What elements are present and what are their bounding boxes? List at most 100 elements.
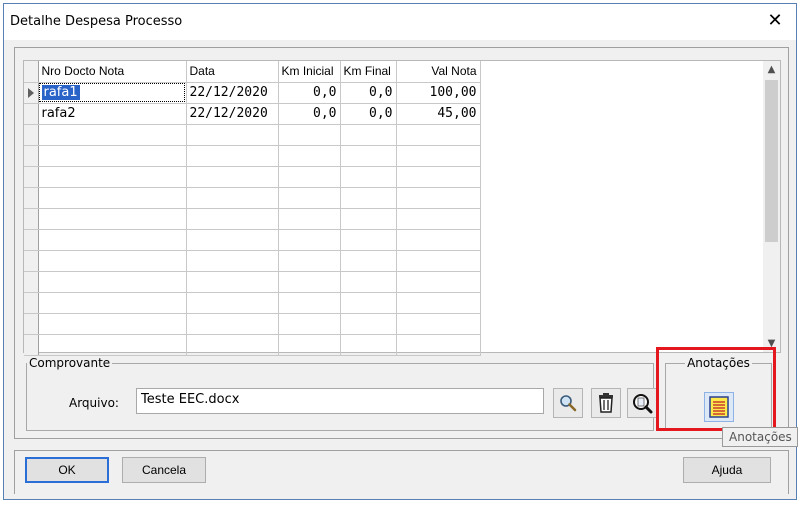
delete-file-button[interactable] [591,388,621,418]
cell-valor[interactable] [396,145,481,167]
row-indicator[interactable] [24,187,39,209]
browse-file-button[interactable] [553,388,583,418]
cell-km-final[interactable] [340,292,397,314]
table-row[interactable] [24,124,481,146]
help-button[interactable]: Ajuda [683,457,771,483]
row-indicator[interactable] [24,166,39,188]
cell-doc[interactable] [38,145,187,167]
cell-doc[interactable] [38,313,187,335]
row-indicator[interactable] [24,334,39,356]
col-header-data[interactable]: Data [186,61,279,83]
cell-doc[interactable] [38,124,187,146]
close-button[interactable]: ✕ [764,10,786,32]
cell-km-final[interactable] [340,145,397,167]
table-row[interactable] [24,166,481,188]
cell-data[interactable] [186,145,279,167]
grid-vertical-scrollbar[interactable]: ▲ ▼ [763,61,780,352]
cell-km-final[interactable] [340,124,397,146]
cell-valor[interactable] [396,187,481,209]
cell-km-inicial[interactable] [278,229,341,251]
cell-doc[interactable] [38,250,187,272]
cell-km-inicial[interactable] [278,124,341,146]
cell-km-inicial[interactable] [278,292,341,314]
cell-km-final[interactable] [340,229,397,251]
row-indicator[interactable] [24,229,39,251]
row-indicator[interactable] [24,250,39,272]
cell-km-final[interactable]: 0,0 [340,103,397,125]
cell-km-inicial[interactable] [278,187,341,209]
scroll-up-button[interactable]: ▲ [763,61,780,78]
row-indicator[interactable] [24,292,39,314]
scroll-thumb[interactable] [765,80,778,242]
cell-doc[interactable] [38,208,187,230]
table-row[interactable] [24,187,481,209]
table-row[interactable]: rafa2 22/12/2020 0,0 0,0 45,00 [24,103,481,125]
col-header-km-final[interactable]: Km Final [340,61,397,83]
table-row[interactable] [24,313,481,335]
cell-valor[interactable] [396,229,481,251]
row-indicator[interactable] [24,208,39,230]
cell-valor[interactable] [396,313,481,335]
cell-km-final[interactable]: 0,0 [340,82,397,104]
cell-doc[interactable] [38,229,187,251]
col-header-doc[interactable]: Nro Docto Nota [38,61,187,83]
table-row[interactable] [24,250,481,272]
table-row[interactable]: rafa1 22/12/2020 0,0 0,0 100,00 [24,82,481,104]
cell-data[interactable]: 22/12/2020 [186,82,279,104]
cell-data[interactable]: 22/12/2020 [186,103,279,125]
cell-data[interactable] [186,166,279,188]
cell-data[interactable] [186,208,279,230]
cell-data[interactable] [186,334,279,356]
cancel-button[interactable]: Cancela [122,457,206,483]
cell-doc[interactable] [38,187,187,209]
cell-doc[interactable] [38,271,187,293]
cell-valor[interactable] [396,124,481,146]
expense-grid[interactable]: Nro Docto Nota Data Km Inicial Km Final … [23,60,781,356]
cell-km-inicial[interactable] [278,250,341,272]
cell-km-inicial[interactable]: 0,0 [278,82,341,104]
table-row[interactable] [24,292,481,314]
cell-valor[interactable] [396,250,481,272]
col-header-valor[interactable]: Val Nota [396,61,481,83]
row-indicator[interactable] [24,103,39,125]
cell-data[interactable] [186,271,279,293]
table-row[interactable] [24,271,481,293]
cell-valor[interactable] [396,271,481,293]
table-row[interactable] [24,208,481,230]
view-file-button[interactable] [627,388,657,418]
cell-km-inicial[interactable]: 0,0 [278,103,341,125]
cell-valor[interactable] [396,208,481,230]
cell-km-final[interactable] [340,208,397,230]
cell-data[interactable] [186,187,279,209]
cell-km-inicial[interactable] [278,166,341,188]
col-header-km-inicial[interactable]: Km Inicial [278,61,341,83]
cell-km-final[interactable] [340,313,397,335]
cell-valor[interactable]: 100,00 [396,82,481,104]
cell-doc[interactable]: rafa2 [38,103,187,125]
cell-km-inicial[interactable] [278,271,341,293]
row-indicator[interactable] [24,145,39,167]
cell-data[interactable] [186,229,279,251]
arquivo-input[interactable]: Teste EEC.docx [136,388,544,414]
cell-km-final[interactable] [340,166,397,188]
ok-button[interactable]: OK [25,457,109,483]
cell-data[interactable] [186,250,279,272]
cell-km-final[interactable] [340,250,397,272]
row-indicator[interactable] [24,271,39,293]
cell-doc[interactable]: rafa1 [38,82,187,104]
cell-km-inicial[interactable] [278,145,341,167]
cell-valor[interactable] [396,292,481,314]
cell-valor[interactable] [396,166,481,188]
cell-km-inicial[interactable] [278,334,341,356]
cell-data[interactable] [186,292,279,314]
cell-km-final[interactable] [340,187,397,209]
cell-doc[interactable] [38,166,187,188]
cell-valor[interactable]: 45,00 [396,103,481,125]
cell-data[interactable] [186,124,279,146]
cell-km-inicial[interactable] [278,313,341,335]
row-indicator[interactable] [24,313,39,335]
cell-doc[interactable] [38,334,187,356]
cell-doc[interactable] [38,292,187,314]
table-row[interactable] [24,145,481,167]
cell-data[interactable] [186,313,279,335]
